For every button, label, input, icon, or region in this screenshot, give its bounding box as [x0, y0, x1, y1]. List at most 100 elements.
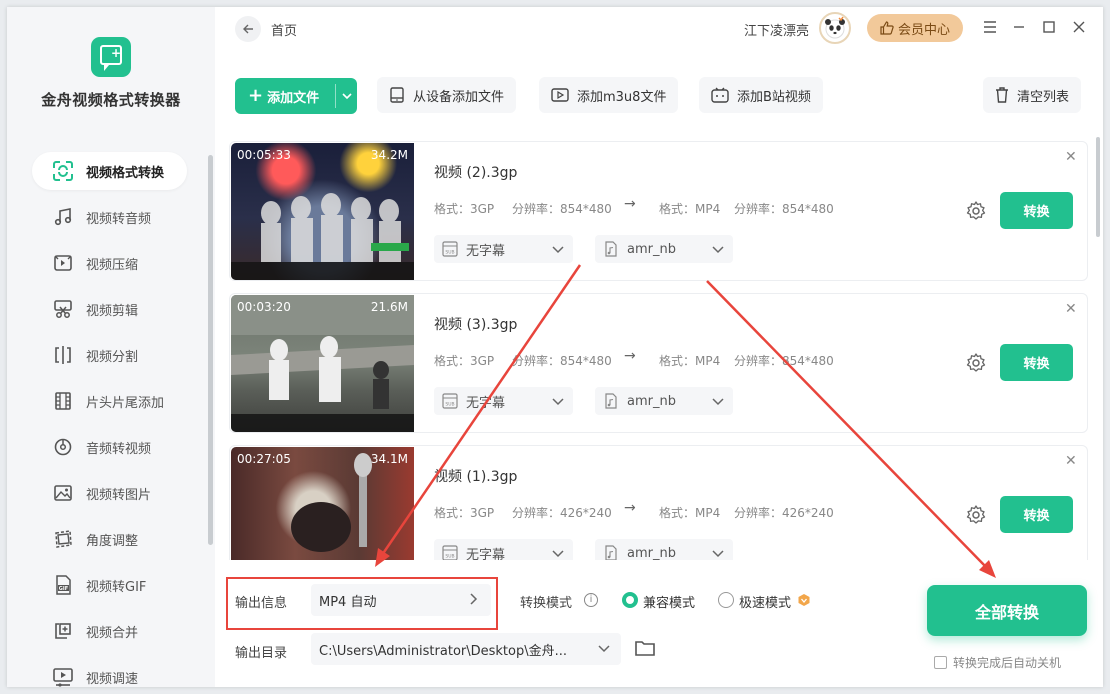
audio-dropdown[interactable]: amr_nb	[595, 235, 733, 263]
sidebar-item-label: 视频转音频	[86, 211, 152, 227]
play-icon	[551, 88, 569, 102]
gear-icon[interactable]	[965, 352, 987, 374]
add-m3u8-label: 添加m3u8文件	[577, 89, 667, 105]
minimize-button[interactable]	[1009, 17, 1029, 37]
subtitle-value: 无字幕	[466, 243, 506, 259]
sidebar-item-angle-adjust[interactable]: 角度调整	[32, 520, 187, 558]
sidebar-item-label: 视频合并	[86, 625, 139, 641]
sidebar-item-video-edit[interactable]: 视频剪辑	[32, 290, 187, 328]
add-file-label: 添加文件	[267, 90, 320, 106]
sidebar-item-video-speed[interactable]: 视频调速	[32, 658, 187, 687]
avatar[interactable]	[819, 12, 851, 44]
chevron-down-icon[interactable]	[341, 88, 353, 108]
username[interactable]: 江下凌漂亮	[744, 20, 809, 39]
svg-text:SUB: SUB	[445, 250, 454, 256]
sidebar-scrollbar[interactable]	[208, 155, 213, 545]
output-dir-select[interactable]: C:\Users\Administrator\Desktop\金舟...	[311, 633, 621, 665]
sidebar-item-video-to-audio[interactable]: 视频转音频	[32, 198, 187, 236]
duration-label: 00:05:33	[237, 148, 291, 162]
clear-list-button[interactable]: 清空列表	[983, 77, 1082, 113]
gear-icon[interactable]	[965, 200, 987, 222]
sidebar-item-label: 角度调整	[86, 533, 139, 549]
arrow-right-icon: →	[624, 348, 636, 364]
chevron-down-icon	[552, 398, 564, 406]
add-bilibili-button[interactable]: 添加B站视频	[699, 77, 823, 113]
fast-mode-radio[interactable]	[718, 592, 734, 608]
app-logo-icon: +	[91, 37, 131, 77]
chevron-right-icon	[470, 593, 478, 605]
breadcrumb[interactable]: 首页	[271, 20, 297, 39]
menu-button[interactable]	[980, 17, 1000, 37]
add-from-device-button[interactable]: 从设备添加文件	[377, 77, 517, 113]
close-button[interactable]	[1069, 17, 1089, 37]
file-card[interactable]: 00:03:20 21.6M 视频 (3).3gp 格式：3GP 分辨率：854…	[229, 293, 1088, 433]
file-list-scrollbar[interactable]	[1096, 137, 1100, 237]
video-thumbnail[interactable]: 00:05:33 34.2M	[231, 143, 414, 280]
video-thumbnail[interactable]: 00:03:20 21.6M	[231, 295, 414, 432]
disc-icon	[50, 436, 76, 458]
folder-icon[interactable]	[634, 638, 656, 658]
speed-icon	[50, 666, 76, 687]
audio-dropdown[interactable]: amr_nb	[595, 539, 733, 561]
compatible-mode-radio[interactable]	[622, 592, 638, 608]
split-icon	[50, 344, 76, 366]
sidebar-item-video-to-gif[interactable]: GIF 视频转GIF	[32, 566, 187, 604]
output-format-select[interactable]: MP4 自动	[311, 584, 491, 616]
remove-file-icon[interactable]: ✕	[1065, 301, 1077, 317]
subtitle-dropdown[interactable]: SUB 无字幕	[434, 235, 573, 263]
info-icon[interactable]: i	[584, 593, 598, 607]
add-bilibili-label: 添加B站视频	[737, 89, 811, 105]
svg-text:SUB: SUB	[445, 402, 454, 408]
remove-file-icon[interactable]: ✕	[1065, 149, 1077, 165]
source-resolution: 分辨率：854*480	[512, 354, 612, 368]
audio-file-icon	[605, 545, 617, 561]
file-card[interactable]: 00:05:33 34.2M 视频 (2).3gp 格式：3GP 分辨率：854…	[229, 141, 1088, 281]
subtitle-icon: SUB	[442, 241, 458, 257]
sidebar-menu: 视频格式转换 视频转音频 视频压缩 视频剪辑 视频分割 片头片尾添加 音频转视频…	[7, 152, 215, 687]
fast-mode-label[interactable]: 极速模式	[739, 592, 791, 611]
auto-shutdown-checkbox[interactable]	[934, 656, 947, 669]
source-resolution: 分辨率：854*480	[512, 202, 612, 216]
image-icon	[50, 482, 76, 504]
file-list: 00:05:33 34.2M 视频 (2).3gp 格式：3GP 分辨率：854…	[229, 141, 1089, 561]
compatible-mode-label[interactable]: 兼容模式	[643, 592, 695, 611]
sidebar-item-audio-to-video[interactable]: 音频转视频	[32, 428, 187, 466]
sidebar-item-intro-outro[interactable]: 片头片尾添加	[32, 382, 187, 420]
subtitle-dropdown[interactable]: SUB 无字幕	[434, 539, 573, 561]
target-format: 格式：MP4	[659, 354, 721, 368]
add-from-device-label: 从设备添加文件	[413, 89, 505, 105]
panda-avatar-icon	[825, 16, 845, 39]
add-m3u8-button[interactable]: 添加m3u8文件	[539, 77, 679, 113]
music-note-icon	[50, 206, 76, 228]
svg-text:SUB: SUB	[445, 554, 454, 560]
auto-shutdown-option[interactable]: 转换完成后自动关机	[934, 654, 1061, 671]
file-card[interactable]: 00:27:05 34.1M 视频 (1).3gp 格式：3GP 分辨率：426…	[229, 445, 1088, 561]
subtitle-value: 无字幕	[466, 547, 506, 562]
video-thumbnail[interactable]: 00:27:05 34.1M	[231, 447, 414, 561]
audio-dropdown[interactable]: amr_nb	[595, 387, 733, 415]
file-name: 视频 (2).3gp	[434, 165, 518, 181]
gif-icon: GIF	[50, 574, 76, 596]
file-name: 视频 (1).3gp	[434, 469, 518, 485]
audio-file-icon	[605, 393, 617, 409]
convert-button[interactable]: 转换	[1000, 192, 1073, 229]
back-button[interactable]	[235, 16, 261, 42]
convert-button[interactable]: 转换	[1000, 344, 1073, 381]
sidebar-item-video-merge[interactable]: 视频合并	[32, 612, 187, 650]
film-strip-icon	[50, 390, 76, 412]
convert-all-button[interactable]: 全部转换	[927, 585, 1087, 636]
sidebar-item-video-format-convert[interactable]: 视频格式转换	[32, 152, 187, 190]
sidebar-item-video-compress[interactable]: 视频压缩	[32, 244, 187, 282]
gear-icon[interactable]	[965, 504, 987, 526]
vip-center-button[interactable]: 会员中心	[867, 14, 963, 42]
sidebar-item-video-split[interactable]: 视频分割	[32, 336, 187, 374]
subtitle-dropdown[interactable]: SUB 无字幕	[434, 387, 573, 415]
convert-button[interactable]: 转换	[1000, 496, 1073, 533]
bilibili-icon	[711, 87, 729, 103]
sidebar-item-video-to-image[interactable]: 视频转图片	[32, 474, 187, 512]
maximize-button[interactable]	[1039, 17, 1059, 37]
auto-shutdown-label: 转换完成后自动关机	[953, 656, 1062, 670]
remove-file-icon[interactable]: ✕	[1065, 453, 1077, 469]
add-file-button[interactable]: + 添加文件	[235, 78, 357, 114]
trash-icon	[996, 87, 1008, 103]
